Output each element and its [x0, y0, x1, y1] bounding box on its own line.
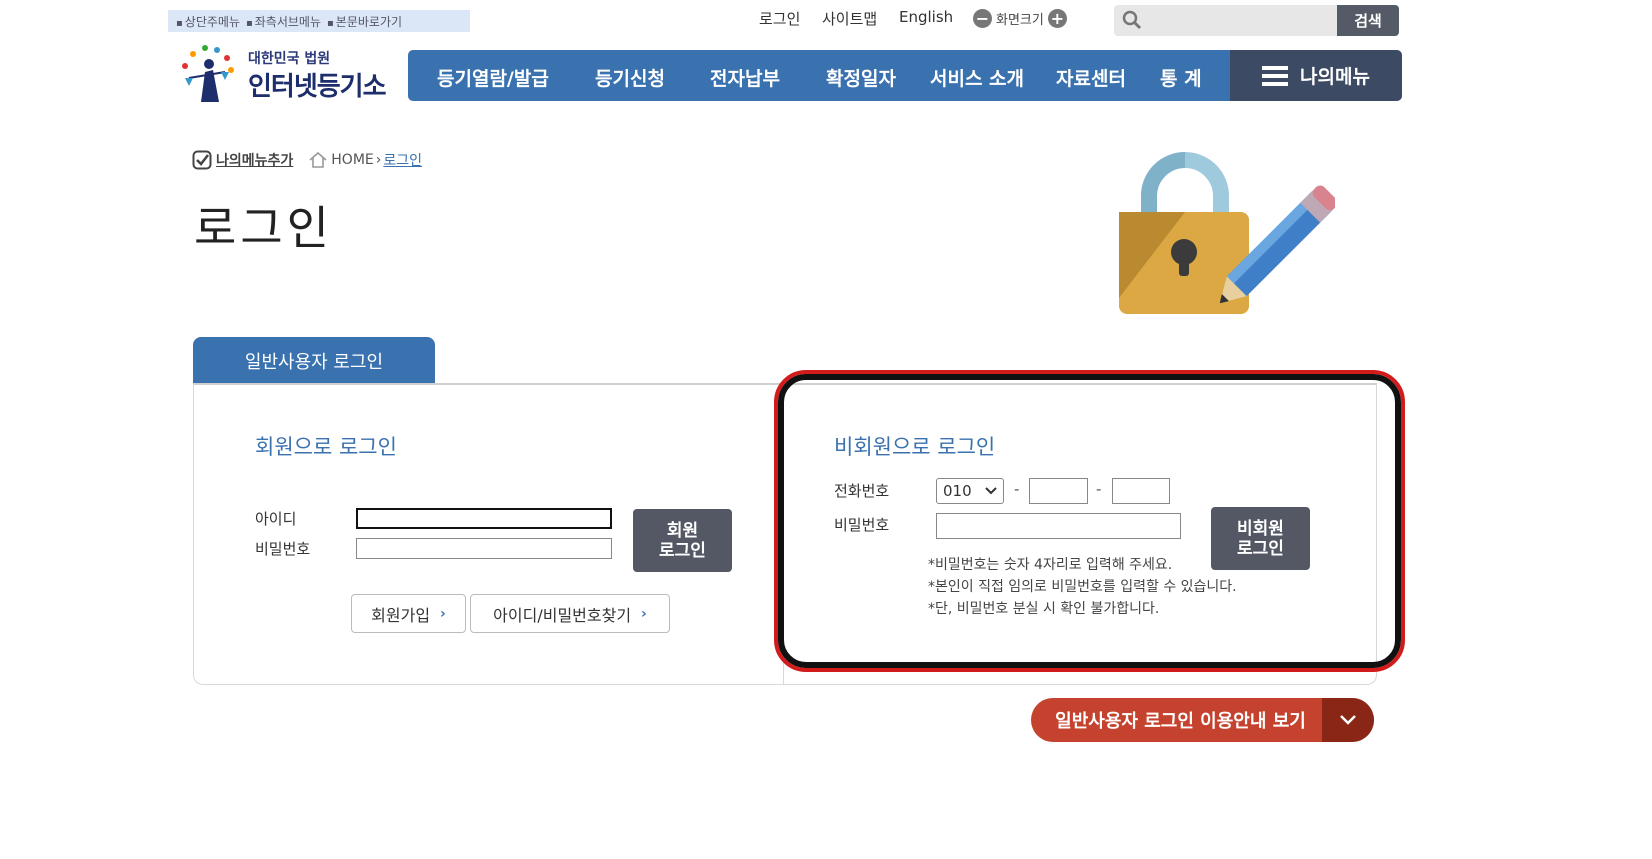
nav-item-statistics[interactable]: 통 계: [1160, 64, 1202, 91]
logo-court-name: 대한민국 법원: [248, 51, 331, 67]
my-menu-button[interactable]: 나의메뉴: [1230, 50, 1402, 101]
check-icon: [192, 150, 212, 170]
court-logo-icon[interactable]: [175, 42, 237, 104]
login-link[interactable]: 로그인: [759, 8, 800, 32]
member-login-button-line1: 회원: [666, 520, 699, 541]
home-icon: [309, 152, 327, 168]
guest-login-highlight: [774, 370, 1405, 672]
chevron-right-icon: ›: [440, 605, 446, 622]
sitemap-link[interactable]: 사이트맵: [822, 8, 877, 32]
hamburger-icon: [1262, 65, 1289, 86]
zoom-out-button[interactable]: −: [973, 9, 992, 28]
skip-link-content[interactable]: 본문바로가기: [327, 13, 402, 30]
main-nav: 등기열람/발급 등기신청 전자납부 확정일자 서비스 소개 자료센터 통 계: [408, 50, 1230, 101]
chevron-down-icon: [1322, 698, 1374, 742]
zoom-control: − 화면크기 +: [973, 9, 1067, 28]
signup-button[interactable]: 회원가입 ›: [351, 594, 466, 633]
member-password-input[interactable]: [356, 538, 612, 559]
zoom-in-button[interactable]: +: [1047, 9, 1067, 28]
nav-item-registry-apply[interactable]: 등기신청: [595, 64, 665, 91]
english-link[interactable]: English: [899, 8, 953, 32]
search-box: [1114, 5, 1337, 36]
nav-item-resource-center[interactable]: 자료센터: [1056, 64, 1126, 91]
member-password-label: 비밀번호: [255, 540, 311, 558]
skip-link-top-menu[interactable]: 상단주메뉴: [176, 13, 240, 30]
breadcrumb-separator-icon: ›: [375, 152, 382, 168]
skip-link-left-menu[interactable]: 좌측서브메뉴: [246, 13, 321, 30]
nav-item-registry-view[interactable]: 등기열람/발급: [437, 64, 549, 91]
find-id-password-label: 아이디/비밀번호찾기: [493, 605, 632, 625]
breadcrumb-current[interactable]: 로그인: [383, 150, 422, 170]
login-guide-button[interactable]: 일반사용자 로그인 이용안내 보기: [1031, 698, 1374, 742]
page-title: 로그인: [194, 201, 333, 255]
nav-item-e-payment[interactable]: 전자납부: [710, 64, 780, 91]
lock-pencil-icon: [1119, 152, 1335, 314]
signup-label: 회원가입: [371, 605, 431, 625]
login-guide-label: 일반사용자 로그인 이용안내 보기: [1055, 711, 1306, 732]
id-input[interactable]: [356, 508, 612, 529]
skip-links: 상단주메뉴 좌측서브메뉴 본문바로가기: [168, 10, 470, 32]
breadcrumb-home[interactable]: HOME: [331, 152, 373, 168]
zoom-label: 화면크기: [996, 13, 1044, 28]
nav-item-service-intro[interactable]: 서비스 소개: [930, 64, 1024, 91]
member-login-button[interactable]: 회원 로그인: [633, 509, 732, 572]
my-menu-label: 나의메뉴: [1300, 66, 1370, 88]
add-my-menu-link[interactable]: 나의메뉴추가: [216, 150, 293, 170]
member-login-button-line2: 로그인: [659, 540, 706, 561]
logo-site-name[interactable]: 인터넷등기소: [248, 66, 387, 103]
chevron-right-icon: ›: [641, 605, 647, 622]
search-button[interactable]: 검색: [1337, 5, 1399, 36]
search-input[interactable]: [1152, 5, 1326, 36]
member-login-title: 회원으로 로그인: [255, 435, 397, 459]
find-id-password-button[interactable]: 아이디/비밀번호찾기 ›: [470, 594, 670, 633]
search-icon: [1122, 10, 1142, 30]
tab-general-user-login[interactable]: 일반사용자 로그인: [193, 337, 435, 385]
id-label: 아이디: [255, 510, 297, 528]
nav-item-fixed-date[interactable]: 확정일자: [826, 64, 896, 91]
breadcrumb: 나의메뉴추가 HOME › 로그인: [192, 150, 422, 170]
